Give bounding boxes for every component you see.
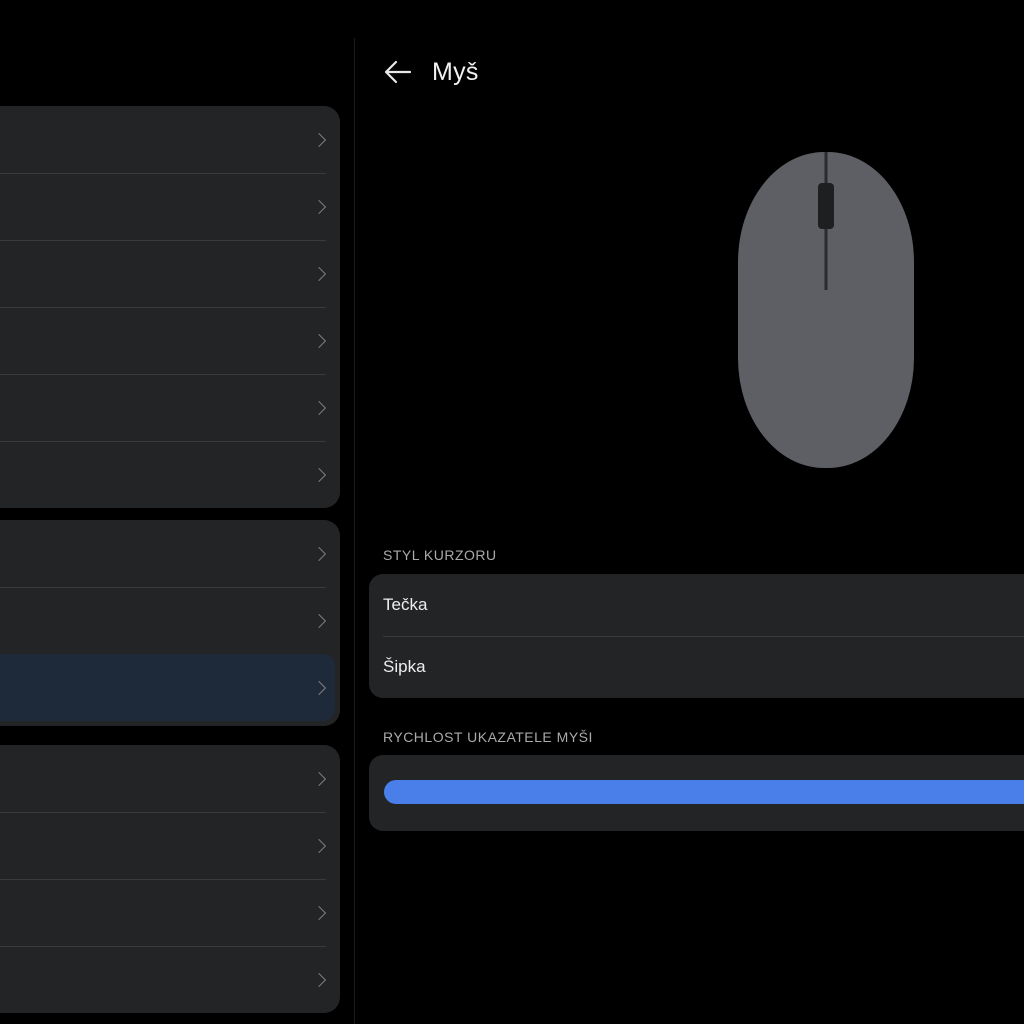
menu-item[interactable] [0, 745, 340, 812]
menu-group-2 [0, 520, 340, 726]
cursor-option-dot[interactable]: Tečka [369, 574, 1024, 636]
pointer-speed-slider[interactable] [384, 780, 1024, 804]
pointer-speed-section-label: RYCHLOST UKAZATELE MYŠI [383, 729, 593, 745]
pointer-speed-card [369, 755, 1024, 831]
chevron-right-icon [311, 467, 327, 482]
chevron-right-icon [311, 771, 327, 786]
chevron-right-icon [311, 613, 327, 628]
cursor-option-label: Tečka [383, 595, 428, 614]
chevron-right-icon [311, 199, 327, 214]
menu-item[interactable] [0, 441, 340, 508]
pointer-speed-slider-fill [384, 780, 1024, 804]
menu-item[interactable] [0, 879, 340, 946]
menu-item[interactable] [0, 946, 340, 1013]
pane-divider [354, 38, 355, 1024]
chevron-right-icon [311, 546, 327, 561]
mouse-illustration [738, 152, 914, 468]
menu-item-mouse-selected[interactable] [0, 654, 335, 721]
menu-item[interactable] [0, 173, 340, 240]
chevron-right-icon [311, 266, 327, 281]
cursor-style-card: Tečka Šipka [369, 574, 1024, 698]
menu-group-1 [0, 106, 340, 508]
chevron-right-icon [311, 972, 327, 987]
menu-item[interactable] [0, 307, 340, 374]
menu-item[interactable] [0, 374, 340, 441]
menu-item[interactable] [0, 812, 340, 879]
menu-group-3 [0, 745, 340, 1013]
cursor-style-section-label: STYL KURZORU [383, 547, 497, 563]
chevron-right-icon [311, 333, 327, 348]
cursor-option-label: Šipka [383, 657, 426, 676]
settings-screen: Myš STYL KURZORU Tečka Šipka RYCHLOST UK… [0, 0, 1024, 1024]
menu-item[interactable] [0, 520, 340, 587]
page-title: Myš [432, 58, 479, 86]
chevron-right-icon [311, 838, 327, 853]
menu-item[interactable] [0, 240, 340, 307]
cursor-option-arrow[interactable]: Šipka [369, 636, 1024, 698]
chevron-right-icon [311, 132, 327, 147]
settings-menu-pane [0, 0, 354, 1024]
arrow-left-icon[interactable] [384, 60, 412, 84]
menu-item[interactable] [0, 106, 340, 173]
menu-item[interactable] [0, 587, 340, 654]
chevron-right-icon [311, 680, 327, 695]
chevron-right-icon [311, 905, 327, 920]
chevron-right-icon [311, 400, 327, 415]
